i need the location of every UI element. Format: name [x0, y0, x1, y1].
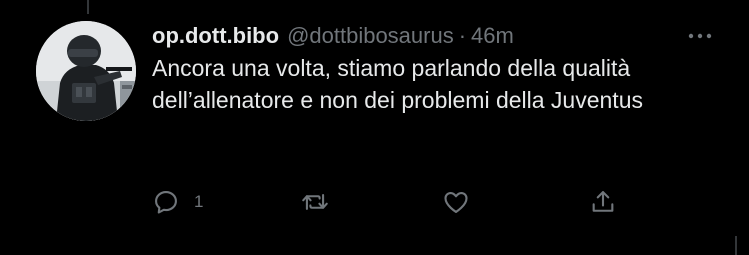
more-horizontal-icon[interactable] [682, 26, 718, 46]
reply-icon [152, 188, 180, 216]
share-button[interactable] [589, 184, 617, 220]
avatar-image [36, 21, 136, 121]
display-name[interactable]: op.dott.bibo [152, 20, 279, 52]
tweet[interactable]: op.dott.bibo @dottbibosaurus · 46m Ancor… [152, 20, 732, 214]
tweet-text: Ancora una volta, stiamo parlando della … [152, 55, 643, 113]
like-icon [441, 188, 471, 216]
avatar[interactable] [36, 21, 136, 121]
scrollbar-edge [735, 236, 737, 255]
tweet-header: op.dott.bibo @dottbibosaurus · 46m [152, 20, 732, 52]
like-button[interactable] [441, 184, 471, 220]
timestamp[interactable]: 46m [471, 20, 514, 52]
separator-dot: · [458, 23, 467, 48]
retweet-button[interactable] [300, 184, 330, 220]
reply-button[interactable]: 1 [152, 184, 203, 220]
share-icon [589, 188, 617, 216]
reply-count: 1 [194, 192, 204, 211]
tweet-actions: 1 [152, 184, 712, 220]
retweet-icon [300, 188, 330, 216]
thread-connector-line [87, 0, 89, 14]
user-handle[interactable]: @dottbibosaurus [287, 20, 454, 52]
